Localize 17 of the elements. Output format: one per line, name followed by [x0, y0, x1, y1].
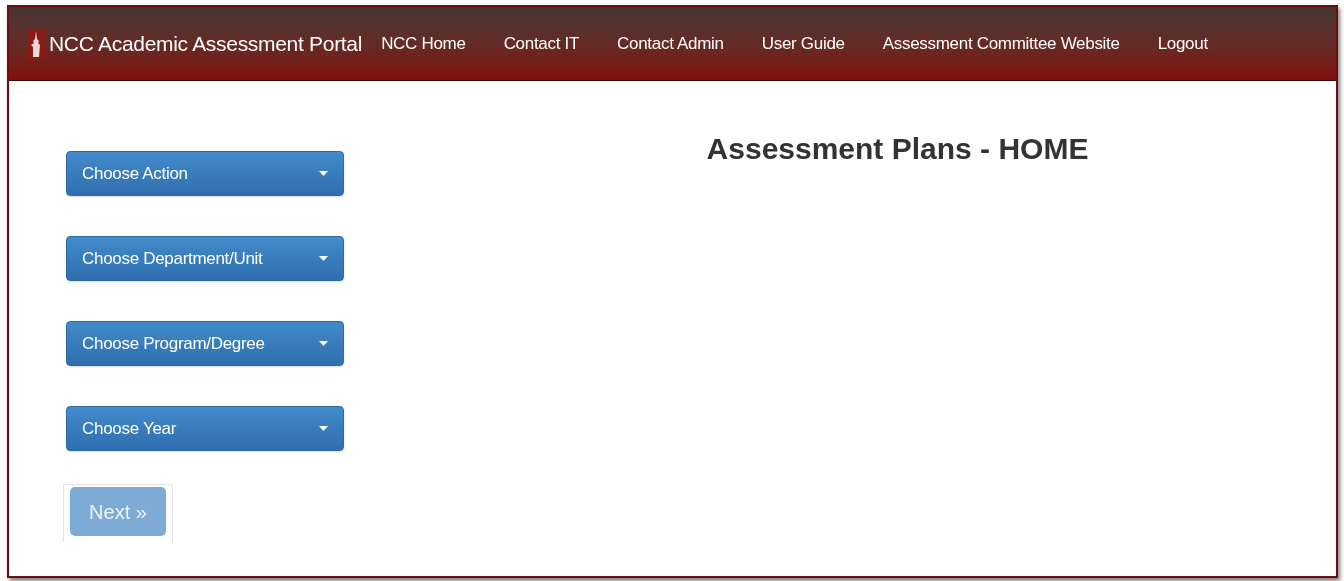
nav-link[interactable]: NCC Home — [381, 30, 466, 57]
caret-icon — [319, 256, 328, 261]
dropdown-button[interactable]: Choose Year — [66, 406, 344, 451]
page-heading: Assessment Plans - HOME — [706, 131, 1089, 167]
tower-icon — [27, 28, 45, 59]
caret-icon — [319, 341, 328, 346]
brand-link[interactable]: NCC Academic Assessment Portal — [27, 27, 363, 60]
nav-link[interactable]: Assessment Committee Website — [882, 30, 1120, 57]
nav-link[interactable]: Logout — [1157, 30, 1208, 57]
nav-link[interactable]: User Guide — [761, 30, 845, 57]
caret-icon — [319, 426, 328, 431]
dropdown-button[interactable]: Choose Department/Unit — [66, 236, 344, 281]
nav-link[interactable]: Contact Admin — [617, 30, 724, 57]
dropdown-button[interactable]: Choose Action — [66, 151, 344, 196]
dropdown-button[interactable]: Choose Program/Degree — [66, 321, 344, 366]
caret-icon — [319, 171, 328, 176]
nav-link[interactable]: Contact IT — [503, 30, 580, 57]
